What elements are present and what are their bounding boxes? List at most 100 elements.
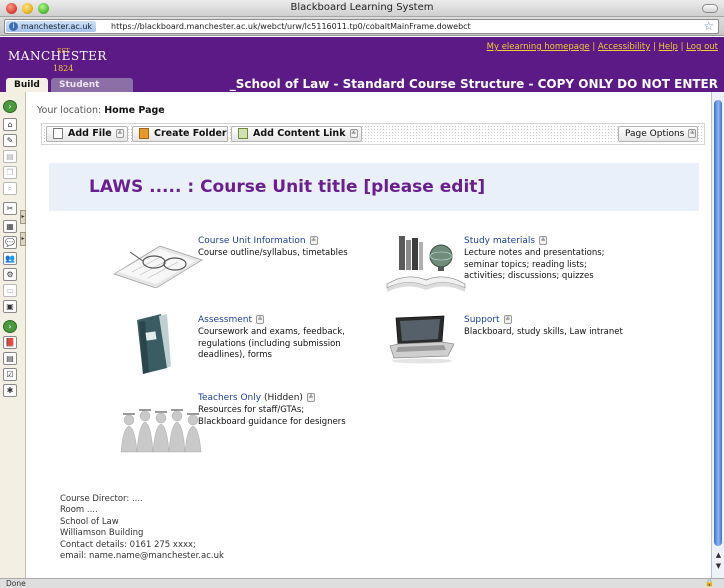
create-folder-button[interactable]: Create Folder xyxy=(132,126,228,142)
scrollbar-thumb[interactable] xyxy=(714,100,722,546)
chevron-down-icon[interactable]: ≚ xyxy=(115,129,124,138)
help-link[interactable]: Help xyxy=(659,42,678,52)
expand-tools-chevron-icon[interactable]: ▸ xyxy=(20,232,26,246)
address-bar: i manchester.ac.uk https://blackboard.ma… xyxy=(0,17,724,36)
hidden-tag: (Hidden) xyxy=(263,393,303,403)
course-unit-information-link[interactable]: Course Unit Information xyxy=(198,236,306,246)
teachers-only-link[interactable]: Teachers Only (Hidden) xyxy=(198,393,303,403)
link-separator: | xyxy=(592,42,596,52)
chevron-down-icon[interactable]: ≚ xyxy=(309,236,318,245)
course-header: MANCHESTER EST 1824 My elearning homepag… xyxy=(0,37,724,104)
breadcrumb-label: Your location: xyxy=(37,105,102,116)
edit-tool-icon[interactable]: ✂ xyxy=(3,202,17,215)
link-separator: | xyxy=(680,42,684,52)
url-field[interactable]: i manchester.ac.uk https://blackboard.ma… xyxy=(4,19,719,34)
course-unit-information-item: Course Unit Information ≚ Course outline/… xyxy=(198,236,348,260)
teachers-only-item: Teachers Only (Hidden) ≚ Resources for st… xyxy=(198,393,346,428)
chevron-down-icon[interactable]: ≚ xyxy=(306,393,315,402)
window-title-bar: Blackboard Learning System xyxy=(0,0,724,17)
book-icon[interactable]: 📕 xyxy=(3,336,17,349)
home-icon[interactable]: ⌂ xyxy=(3,118,17,131)
link-icon xyxy=(238,128,248,139)
assessment-desc: Coursework and exams, feedback, regulati… xyxy=(198,327,345,360)
go-arrow-icon[interactable]: › xyxy=(3,320,17,333)
status-text: Done xyxy=(6,579,26,588)
course-banner: LAWS ..... : Course Unit title [please e… xyxy=(49,163,699,211)
course-contact-info: Course Director: .... Room .... School o… xyxy=(60,494,224,562)
record-icon[interactable]: ▣ xyxy=(3,300,17,313)
teachers-only-desc: Resources for staff/GTAs; Blackboard gui… xyxy=(198,405,346,427)
accessibility-link[interactable]: Accessibility xyxy=(598,42,650,52)
tab-student-view[interactable]: Student View xyxy=(51,78,133,104)
site-identity-label: manchester.ac.uk xyxy=(21,22,93,31)
site-identity-icon: i xyxy=(9,22,18,31)
add-file-label: Add File xyxy=(68,128,112,139)
support-item: Support ≚ Blackboard, study skills, Law i… xyxy=(464,315,623,339)
page-options-button[interactable]: Page Options ≚ xyxy=(618,126,698,142)
scroll-up-arrow-icon[interactable]: ▲ xyxy=(714,551,723,560)
users-icon[interactable]: 👥 xyxy=(3,252,17,265)
course-unit-title: LAWS ..... : Course Unit title [please e… xyxy=(89,177,486,197)
books-and-globe-image xyxy=(386,236,466,292)
create-folder-label: Create Folder xyxy=(154,128,227,139)
url-text: https://blackboard.manchester.ac.uk/webc… xyxy=(111,22,471,31)
main-content: Your location: Home Page Add File ≚ Creat… xyxy=(27,92,711,578)
study-materials-link[interactable]: Study materials xyxy=(464,236,535,246)
file-icon xyxy=(53,128,63,139)
puzzle-icon[interactable]: ✱ xyxy=(3,384,17,397)
bookmark-star-icon[interactable]: ☆ xyxy=(703,19,714,33)
add-content-link-button[interactable]: Add Content Link ≚ xyxy=(231,126,362,142)
support-link[interactable]: Support xyxy=(464,315,500,325)
teachers-only-label: Teachers Only xyxy=(198,393,262,403)
support-desc: Blackboard, study skills, Law intranet xyxy=(464,327,623,337)
status-bar: Done 🔒 xyxy=(0,578,724,588)
folder-icon xyxy=(139,128,149,139)
chevron-down-icon[interactable]: ≚ xyxy=(256,315,264,324)
page-options-label: Page Options xyxy=(625,129,685,139)
course-tools-strip: › ⌂ ✎ ▤ ❐ ⌕ ✂ ▦ 💬 👥 ⚙ ▭ ▣ › 📕 ▤ ☑ ✱ ▸ ▸ xyxy=(0,92,26,578)
chat-icon[interactable]: 💬 xyxy=(3,236,17,249)
graduates-image xyxy=(120,409,202,453)
link-separator: | xyxy=(652,42,656,52)
search-icon[interactable]: ⌕ xyxy=(3,182,17,195)
laptop-image xyxy=(389,315,455,364)
glasses-on-paper-image xyxy=(113,245,203,288)
logo-est-mark: EST xyxy=(57,48,70,55)
vertical-scrollbar[interactable]: ▲ ▼ xyxy=(711,92,724,578)
action-bar: Add File ≚ Create Folder Add Content Link… xyxy=(41,123,705,145)
course-unit-information-desc: Course outline/syllabus, timetables xyxy=(198,248,348,258)
add-content-link-label: Add Content Link xyxy=(253,128,346,139)
study-materials-desc: Lecture notes and presentations; seminar… xyxy=(464,248,605,281)
binder-image xyxy=(137,314,171,374)
lock-icon: 🔒 xyxy=(705,579,714,587)
breadcrumb: Your location: Home Page xyxy=(37,105,165,116)
scroll-down-arrow-icon[interactable]: ▼ xyxy=(714,562,723,571)
add-file-button[interactable]: Add File ≚ xyxy=(46,126,128,142)
window-title: Blackboard Learning System xyxy=(290,2,434,13)
chevron-down-icon[interactable]: ≚ xyxy=(688,129,697,138)
chevron-down-icon[interactable]: ≚ xyxy=(503,315,512,324)
tab-build[interactable]: Build xyxy=(6,78,48,92)
assessment-link[interactable]: Assessment xyxy=(198,315,252,325)
toolbar-toggle-button[interactable] xyxy=(702,4,718,13)
pen-icon[interactable]: ✎ xyxy=(3,134,17,147)
expand-tools-chevron-icon[interactable]: ▸ xyxy=(20,210,26,224)
page-icon[interactable]: ▭ xyxy=(3,284,17,297)
chevron-down-icon[interactable]: ≚ xyxy=(539,236,548,245)
log-out-link[interactable]: Log out xyxy=(686,42,718,52)
settings-icon[interactable]: ⚙ xyxy=(3,268,17,281)
calendar-icon[interactable]: ▤ xyxy=(3,352,17,365)
document-icon[interactable]: ▤ xyxy=(3,150,17,163)
course-title: _School of Law - Standard Course Structu… xyxy=(229,77,718,91)
site-identity-button[interactable]: i manchester.ac.uk xyxy=(6,21,97,32)
copy-icon[interactable]: ❐ xyxy=(3,166,17,179)
grid-icon[interactable]: ▦ xyxy=(3,220,17,233)
study-materials-item: Study materials ≚ Lecture notes and prese… xyxy=(464,236,605,283)
assessment-item: Assessment ≚ Coursework and exams, feedba… xyxy=(198,315,345,362)
checklist-icon[interactable]: ☑ xyxy=(3,368,17,381)
chevron-down-icon[interactable]: ≚ xyxy=(349,129,358,138)
breadcrumb-current[interactable]: Home Page xyxy=(104,105,165,116)
logo-year: 1824 xyxy=(53,64,74,73)
go-arrow-icon[interactable]: › xyxy=(3,100,17,113)
my-elearning-homepage-link[interactable]: My elearning homepage xyxy=(487,42,590,52)
